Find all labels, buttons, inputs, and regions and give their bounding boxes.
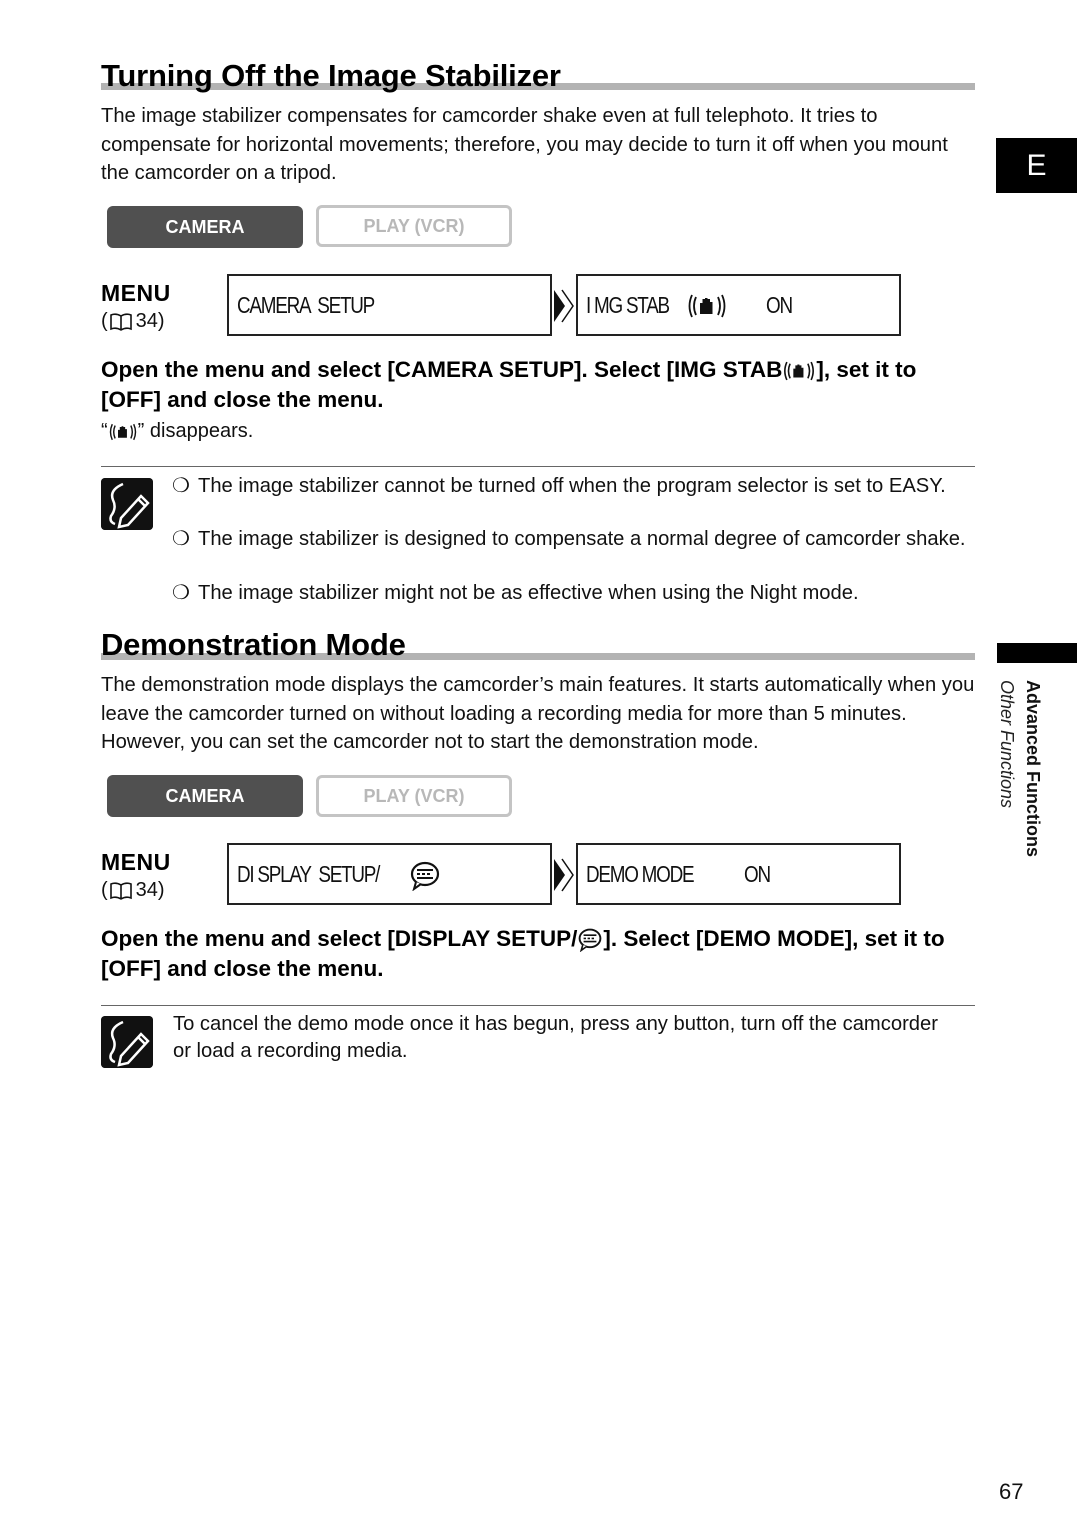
page-number: 67 — [999, 1479, 1024, 1504]
speech-bubble-icon — [579, 928, 602, 953]
image-stabilizer-icon — [784, 361, 815, 381]
camera-mode-label: CAMERA — [165, 216, 245, 237]
lcd-img-stab-value: ON — [766, 291, 793, 318]
menu-page-ref: ( 34) — [101, 310, 165, 333]
instruction-step-img-stab: Open the menu and select [CAMERA SETUP].… — [101, 355, 981, 415]
paren-open: ( — [101, 879, 108, 901]
result-text: ” disappears. — [137, 420, 254, 442]
book-icon — [109, 312, 132, 331]
lcd-display-setup-text: DI SPLAY SETUP/ — [237, 860, 380, 887]
chapter-label: Advanced Functions — [1023, 680, 1043, 858]
note-pencil-icon — [101, 478, 153, 530]
note-item-text: The image stabilizer is designed to comp… — [198, 528, 966, 550]
lcd-menu-display-setup: DI SPLAY SETUP/ — [227, 843, 552, 905]
note-item-text: The image stabilizer cannot be turned of… — [198, 475, 946, 497]
camera-mode-badge: CAMERA — [107, 775, 303, 817]
menu-label: MENU — [101, 849, 171, 875]
lcd-camera-setup-text: CAMERA SETUP — [237, 291, 375, 318]
section-title-demonstration-mode: Demonstration Mode — [101, 627, 406, 662]
result-note: “ ” disappears. — [101, 420, 253, 443]
quote-open: “ — [101, 420, 108, 442]
instruction-text-part1: Open the menu and select [DISPLAY SETUP/ — [101, 926, 578, 951]
camera-mode-label: CAMERA — [165, 785, 245, 806]
note-item: ❍ The image stabilizer might not be as ef… — [172, 580, 977, 607]
lcd-demo-mode-text: DEMO MODE — [586, 860, 695, 887]
note-item-text: The image stabilizer might not be as eff… — [198, 582, 859, 604]
notes-divider — [101, 1005, 975, 1006]
lcd-img-stab-text: I MG STAB — [586, 291, 670, 318]
language-tab-label: E — [1026, 148, 1047, 182]
note-pencil-icon — [101, 1016, 153, 1068]
play-vcr-mode-badge: PLAY (VCR) — [316, 205, 512, 247]
play-mode-label: PLAY (VCR) — [363, 785, 465, 806]
note-item: ❍ The image stabilizer cannot be turned o… — [172, 473, 977, 500]
instruction-text-part1: Open the menu and select [CAMERA SETUP].… — [101, 357, 783, 382]
page-ref-number: 34) — [135, 879, 165, 901]
bullet-icon: ❍ — [172, 475, 190, 497]
intro-paragraph: The image stabilizer compensates for cam… — [101, 105, 948, 184]
bullet-icon: ❍ — [172, 528, 190, 550]
note-text: To cancel the demo mode once it has begu… — [173, 1013, 938, 1062]
lcd-menu-demo-mode: DEMO MODE ON — [576, 843, 901, 905]
lcd-menu-camera-setup: CAMERA SETUP — [227, 274, 552, 336]
menu-label: MENU — [101, 280, 171, 306]
intro-paragraph: The demonstration mode displays the camc… — [101, 674, 975, 753]
double-chevron-right-icon — [554, 858, 574, 892]
lcd-menu-img-stab: I MG STAB ON — [576, 274, 901, 336]
double-chevron-right-icon — [554, 289, 574, 323]
instruction-step-demo-mode: Open the menu and select [DISPLAY SETUP/… — [101, 924, 981, 984]
note-item: ❍ The image stabilizer is designed to com… — [172, 526, 977, 553]
play-vcr-mode-badge: PLAY (VCR) — [316, 775, 512, 817]
bullet-icon: ❍ — [172, 582, 190, 604]
section-title-image-stabilizer: Turning Off the Image Stabilizer — [101, 58, 561, 93]
play-mode-label: PLAY (VCR) — [363, 215, 465, 236]
notes-divider — [101, 466, 975, 467]
menu-page-ref: ( 34) — [101, 879, 165, 902]
chapter-marker-bar — [997, 643, 1077, 663]
camera-mode-badge: CAMERA — [107, 206, 303, 248]
language-tab: E — [996, 138, 1077, 193]
book-icon — [109, 881, 132, 900]
lcd-demo-mode-value: ON — [744, 860, 771, 887]
speech-bubble-icon — [410, 861, 440, 891]
paren-open: ( — [101, 310, 108, 332]
image-stabilizer-icon — [688, 294, 726, 318]
page-ref-number: 34) — [135, 310, 165, 332]
section-label: Other Functions — [997, 680, 1017, 809]
image-stabilizer-icon — [109, 423, 136, 440]
